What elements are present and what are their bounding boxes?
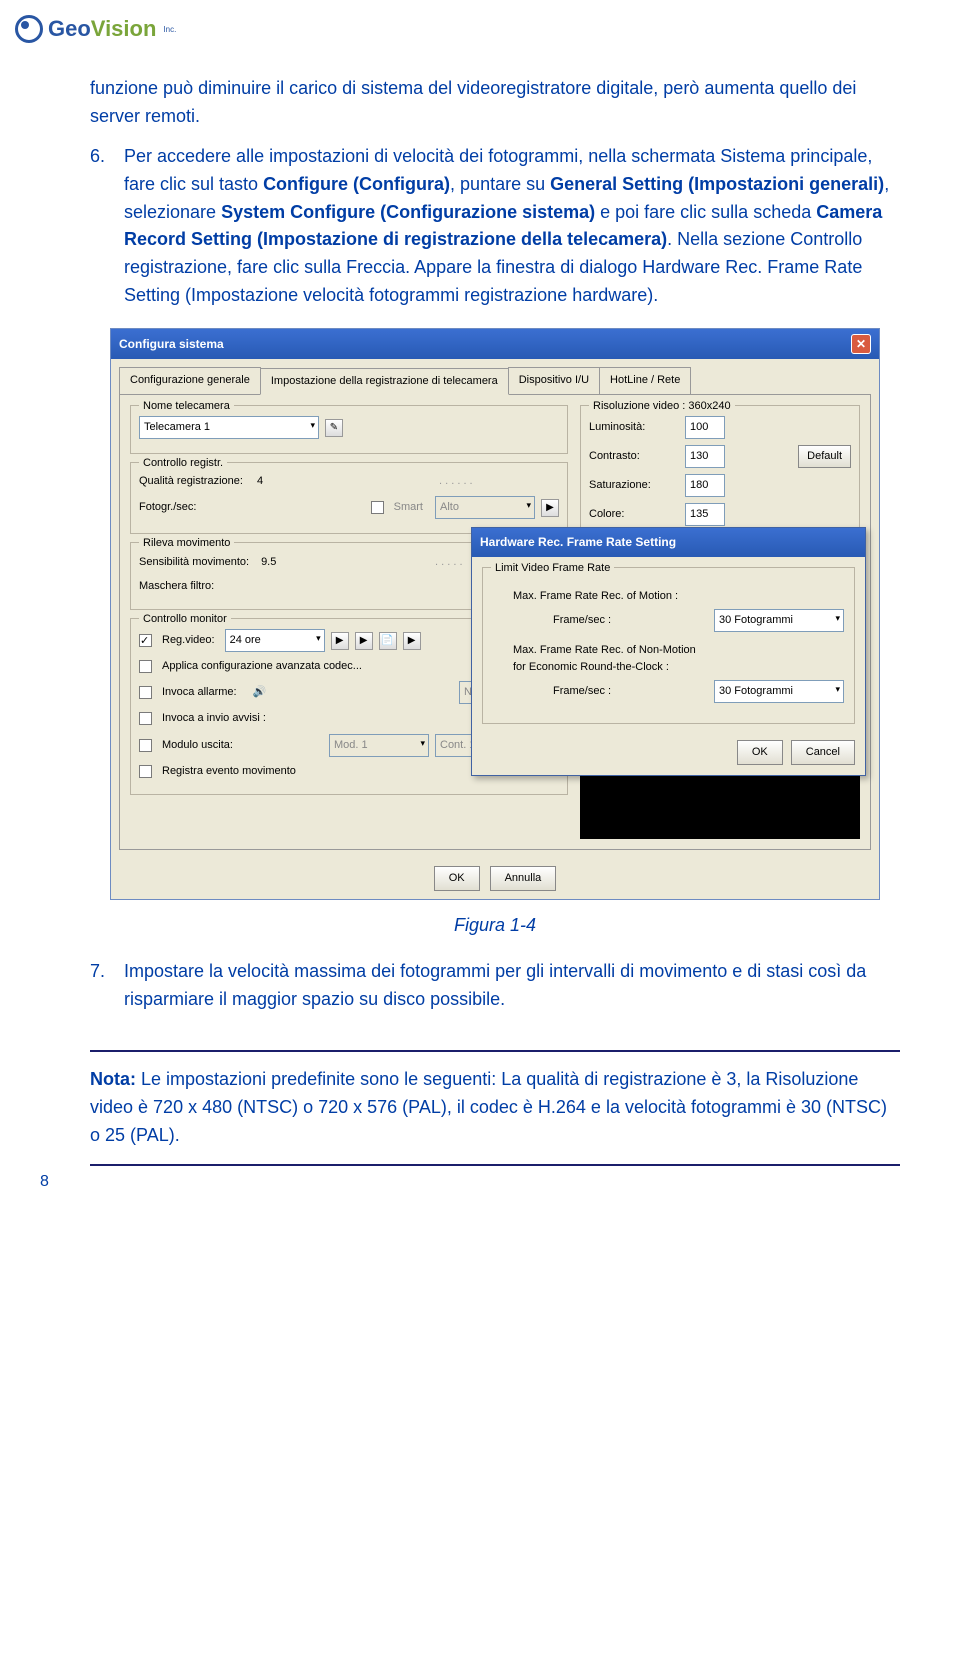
- mask-filter-label: Maschera filtro:: [139, 578, 214, 595]
- group-camera-name: Nome telecamera Telecamera 1 ✎: [130, 405, 568, 454]
- note-label: Nota:: [90, 1069, 136, 1089]
- rec-quality-label: Qualità registrazione:: [139, 473, 243, 490]
- tab-strip: Configurazione generale Impostazione del…: [111, 359, 879, 394]
- list-body-6: Per accedere alle impostazioni di veloci…: [124, 143, 900, 310]
- limit-frame-title: Limit Video Frame Rate: [491, 560, 614, 577]
- limit-frame-group: Limit Video Frame Rate Max. Frame Rate R…: [482, 567, 855, 724]
- sub-cancel-button[interactable]: Cancel: [791, 740, 855, 765]
- config-titlebar: Configura sistema ✕: [111, 329, 879, 359]
- speaker-icon[interactable]: 🔊: [253, 684, 267, 701]
- group-rec-control: Controllo registr. Qualità registrazione…: [130, 462, 568, 534]
- list-body-7: Impostare la velocità massima dei fotogr…: [124, 958, 900, 1014]
- tab-hotline[interactable]: HotLine / Rete: [599, 367, 691, 394]
- group-resolution: Risoluzione video : 360x240 Luminosità:1…: [580, 405, 860, 541]
- hardware-rec-window: Hardware Rec. Frame Rate Setting Limit V…: [471, 527, 866, 776]
- brightness-label: Luminosità:: [589, 419, 679, 436]
- fps-motion-combo[interactable]: 30 Fotogrammi: [714, 609, 844, 632]
- fps-nonmotion-label: Frame/sec :: [553, 683, 714, 700]
- max-nonmotion-b: for Economic Round-the-Clock :: [513, 659, 844, 676]
- rec-video-checkbox[interactable]: [139, 634, 152, 647]
- tab-general[interactable]: Configurazione generale: [119, 367, 261, 394]
- list-item-7: 7. Impostare la velocità massima dei fot…: [90, 958, 900, 1014]
- rec-video-arrow-2-icon[interactable]: ▶: [355, 632, 373, 650]
- codec-label: Applica configurazione avanzata codec...: [162, 658, 362, 675]
- group-title-camera-name: Nome telecamera: [139, 398, 234, 415]
- group-title-monitor: Controllo monitor: [139, 611, 231, 628]
- alarm-label: Invoca allarme:: [162, 684, 237, 701]
- output-label: Modulo uscita:: [162, 737, 233, 754]
- item6-bold-general: General Setting (Impostazioni generali): [550, 174, 884, 194]
- sub-titlebar: Hardware Rec. Frame Rate Setting: [472, 528, 865, 557]
- config-title: Configura sistema: [119, 335, 224, 354]
- rec-video-combo[interactable]: 24 ore: [225, 629, 325, 652]
- close-icon[interactable]: ✕: [851, 334, 871, 354]
- send-checkbox[interactable]: [139, 712, 152, 725]
- logo-text: GeoVision: [48, 16, 156, 42]
- logo-inc: Inc.: [163, 25, 176, 34]
- sub-title: Hardware Rec. Frame Rate Setting: [480, 533, 676, 552]
- fps-label: Fotogr./sec:: [139, 499, 196, 516]
- mod-combo[interactable]: Mod. 1: [329, 734, 429, 757]
- logo-icon: [15, 15, 43, 43]
- item6-text-g: e poi fare clic sulla scheda: [595, 202, 816, 222]
- sub-buttons: OK Cancel: [472, 734, 865, 775]
- send-label: Invoca a invio avvisi :: [162, 710, 266, 727]
- motion-sens-value: 9.5: [261, 554, 276, 571]
- motion-sens-label: Sensibilità movimento:: [139, 554, 249, 571]
- logo: GeoVision Inc.: [15, 15, 176, 43]
- list-item-6: 6. Per accedere alle impostazioni di vel…: [90, 143, 900, 310]
- color-input[interactable]: 135: [685, 503, 725, 526]
- saturation-input[interactable]: 180: [685, 474, 725, 497]
- smart-label: Smart: [394, 499, 423, 516]
- fps-combo[interactable]: Alto: [435, 496, 535, 519]
- rec-video-arrow-1-icon[interactable]: ▶: [331, 632, 349, 650]
- page-number: 8: [40, 1173, 49, 1191]
- note-box: Nota: Le impostazioni predefinite sono l…: [90, 1050, 900, 1166]
- config-window: Configura sistema ✕ Configurazione gener…: [110, 328, 880, 900]
- contrast-input[interactable]: 130: [685, 445, 725, 468]
- config-buttons: OK Annulla: [111, 858, 879, 899]
- fps-arrow-icon[interactable]: ▶: [541, 499, 559, 517]
- note-text: Le impostazioni predefinite sono le segu…: [90, 1069, 887, 1145]
- camera-edit-icon[interactable]: ✎: [325, 419, 343, 437]
- cancel-button[interactable]: Annulla: [490, 866, 557, 891]
- codec-checkbox[interactable]: [139, 660, 152, 673]
- camera-select[interactable]: Telecamera 1: [139, 416, 319, 439]
- record-event-label: Registra evento movimento: [162, 763, 296, 780]
- brightness-input[interactable]: 100: [685, 416, 725, 439]
- alarm-checkbox[interactable]: [139, 686, 152, 699]
- color-label: Colore:: [589, 506, 679, 523]
- list-number-7: 7.: [90, 958, 112, 1014]
- output-checkbox[interactable]: [139, 739, 152, 752]
- rec-video-arrow-3-icon[interactable]: ▶: [403, 632, 421, 650]
- fps-nonmotion-combo[interactable]: 30 Fotogrammi: [714, 680, 844, 703]
- item6-bold-configure: Configure (Configura): [263, 174, 450, 194]
- paragraph-intro: funzione può diminuire il carico di sist…: [90, 75, 900, 131]
- list-number-6: 6.: [90, 143, 112, 310]
- ok-button[interactable]: OK: [434, 866, 480, 891]
- rec-video-label: Reg.video:: [162, 632, 215, 649]
- rec-quality-value: 4: [257, 473, 263, 490]
- sub-ok-button[interactable]: OK: [737, 740, 783, 765]
- record-event-checkbox[interactable]: [139, 765, 152, 778]
- group-title-motion: Rileva movimento: [139, 535, 234, 552]
- rec-video-doc-icon[interactable]: 📄: [379, 632, 397, 650]
- saturation-label: Saturazione:: [589, 477, 679, 494]
- group-title-resolution: Risoluzione video : 360x240: [589, 398, 735, 415]
- smart-checkbox[interactable]: [371, 501, 384, 514]
- max-nonmotion-a: Max. Frame Rate Rec. of Non-Motion: [513, 642, 844, 659]
- figure-wrapper: Configura sistema ✕ Configurazione gener…: [90, 328, 900, 900]
- tab-io[interactable]: Dispositivo I/U: [508, 367, 600, 394]
- default-button[interactable]: Default: [798, 445, 851, 468]
- item6-text-c: , puntare su: [450, 174, 550, 194]
- figure-caption: Figura 1-4: [90, 912, 900, 940]
- item6-bold-system: System Configure (Configurazione sistema…: [221, 202, 595, 222]
- tab-camera-record[interactable]: Impostazione della registrazione di tele…: [260, 368, 509, 395]
- contrast-label: Contrasto:: [589, 448, 679, 465]
- group-title-rec-control: Controllo registr.: [139, 455, 227, 472]
- max-motion-label: Max. Frame Rate Rec. of Motion :: [513, 588, 844, 605]
- fps-motion-label: Frame/sec :: [553, 612, 714, 629]
